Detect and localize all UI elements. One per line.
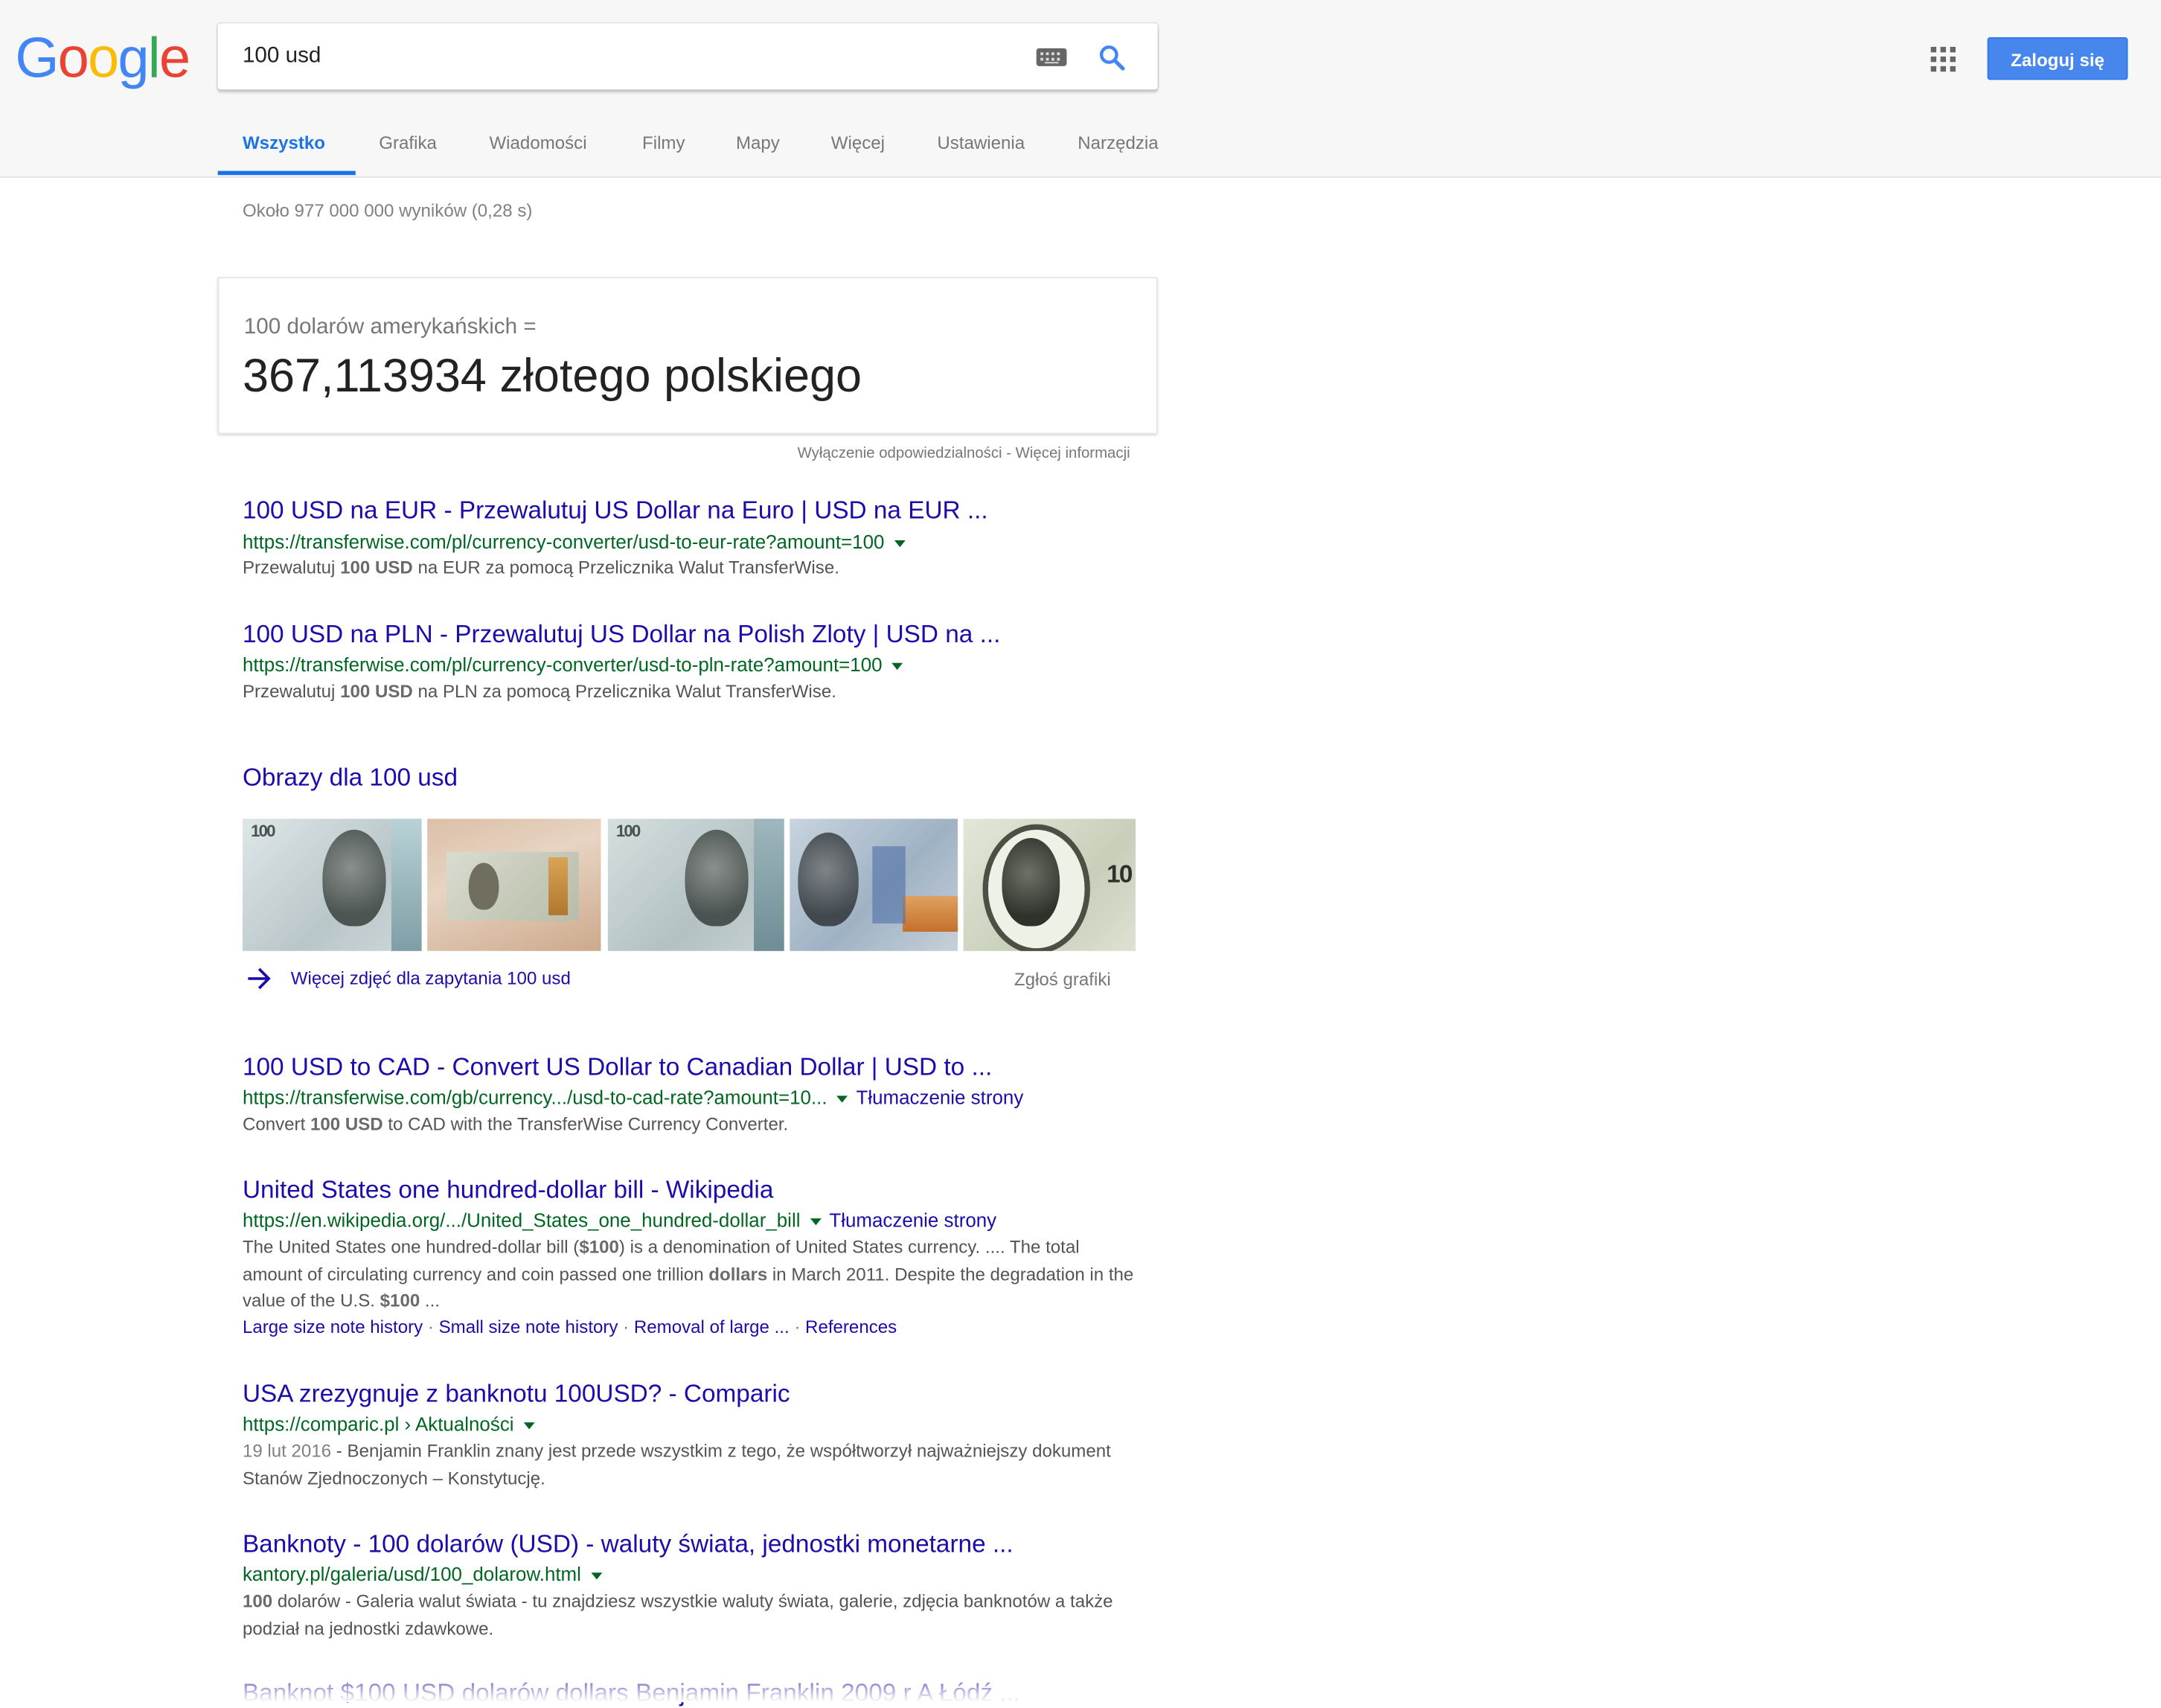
- currency-converter-card: 100 dolarów amerykańskich = 367,113934 z…: [217, 277, 1158, 435]
- result-url: https://transferwise.com/pl/currency-con…: [242, 531, 906, 553]
- sitelink[interactable]: References: [805, 1317, 897, 1337]
- sitelink[interactable]: Small size note history: [439, 1317, 618, 1337]
- tab-images[interactable]: Grafika: [379, 132, 437, 153]
- snippet-text: The United States one hundred-dollar bil…: [242, 1236, 580, 1258]
- logo-letter: o: [88, 26, 119, 90]
- result-title[interactable]: 100 USD na PLN - Przewalutuj US Dollar n…: [243, 620, 1000, 649]
- snippet-bold: dollars: [708, 1263, 768, 1285]
- signin-button[interactable]: Zaloguj się: [1987, 37, 2128, 80]
- result-snippet: 100 dolarów - Galeria walut świata - tu …: [243, 1588, 1139, 1642]
- translate-page-link[interactable]: Tłumaczenie strony: [829, 1209, 996, 1231]
- bottom-fade: [0, 1665, 1240, 1703]
- snippet-text: to CAD with the TransferWise Currency Co…: [382, 1113, 789, 1135]
- logo-letter: g: [118, 26, 149, 90]
- result-url-text: https://transferwise.com/pl/currency-con…: [242, 531, 885, 553]
- result-title[interactable]: Banknoty - 100 dolarów (USD) - waluty św…: [243, 1530, 1014, 1559]
- logo-letter: o: [57, 26, 89, 90]
- apps-grid-icon[interactable]: [1930, 46, 1956, 72]
- result-snippet: 19 lut 2016 - Benjamin Franklin znany je…: [243, 1438, 1139, 1491]
- keyboard-icon[interactable]: [1036, 48, 1067, 66]
- result-title[interactable]: United States one hundred-dollar bill - …: [243, 1176, 773, 1205]
- snippet-bold: $100: [380, 1290, 420, 1311]
- image-thumbnail[interactable]: 10: [963, 819, 1136, 951]
- snippet-bold: 100 USD: [340, 557, 413, 578]
- arrow-right-icon[interactable]: [246, 966, 273, 991]
- converter-result: 367,113934 złotego polskiego: [242, 350, 862, 403]
- sitelinks: Large size note history · Small size not…: [242, 1316, 897, 1337]
- result-url-text: https://en.wikipedia.org/.../United_Stat…: [242, 1209, 801, 1231]
- search-box: [217, 23, 1158, 90]
- result-url: https://en.wikipedia.org/.../United_Stat…: [243, 1209, 996, 1231]
- url-dropdown-icon[interactable]: [810, 1218, 822, 1226]
- snippet-bold: $100: [579, 1236, 619, 1258]
- result-url-text: https://comparic.pl › Aktualności: [242, 1413, 514, 1435]
- snippet-text: ...: [420, 1290, 440, 1311]
- snippet-bold: 100: [242, 1590, 273, 1611]
- snippet-bold: 100 USD: [340, 680, 413, 702]
- result-url-text: https://transferwise.com/gb/currency.../…: [242, 1086, 827, 1109]
- result-snippet: Convert 100 USD to CAD with the Transfer…: [243, 1111, 1139, 1138]
- snippet-bold: 100 USD: [310, 1113, 383, 1135]
- result-url: https://comparic.pl › Aktualności: [242, 1413, 535, 1435]
- url-dropdown-icon[interactable]: [590, 1572, 602, 1580]
- images-section-title[interactable]: Obrazy dla 100 usd: [243, 764, 458, 793]
- report-images-link[interactable]: Zgłoś grafiki: [964, 969, 1111, 990]
- converter-disclaimer-link[interactable]: Wyłączenie odpowiedzialności - Więcej in…: [579, 445, 1130, 461]
- translate-page-link[interactable]: Tłumaczenie strony: [856, 1086, 1023, 1108]
- result-url: https://transferwise.com/gb/currency.../…: [243, 1086, 1023, 1108]
- logo-letter: e: [159, 26, 191, 90]
- active-tab-indicator: [217, 170, 356, 176]
- tab-tools[interactable]: Narzędzia: [1078, 132, 1158, 153]
- tab-more[interactable]: Więcej: [831, 132, 885, 153]
- tab-all[interactable]: Wszystko: [243, 132, 325, 153]
- snippet-text: dolarów - Galeria walut świata - tu znaj…: [242, 1590, 1113, 1639]
- result-url: https://transferwise.com/pl/currency-con…: [242, 653, 903, 676]
- logo-letter: G: [15, 26, 59, 90]
- sitelink[interactable]: Large size note history: [243, 1317, 423, 1337]
- tab-videos[interactable]: Filmy: [642, 132, 685, 153]
- tab-settings[interactable]: Ustawienia: [937, 132, 1025, 153]
- converter-from: 100 dolarów amerykańskich =: [243, 316, 537, 339]
- snippet-text: na PLN za pomocą Przelicznika Walut Tran…: [412, 680, 836, 702]
- tab-maps[interactable]: Mapy: [736, 132, 780, 153]
- result-date: 19 lut 2016: [242, 1440, 332, 1462]
- result-snippet: Przewalutuj 100 USD na PLN za pomocą Prz…: [243, 678, 1139, 705]
- url-dropdown-icon[interactable]: [891, 662, 903, 670]
- result-url: kantory.pl/galeria/usd/100_dolarow.html: [243, 1563, 602, 1585]
- image-thumbnail[interactable]: 100: [607, 819, 784, 951]
- snippet-text: Przewalutuj: [242, 680, 341, 702]
- url-dropdown-icon[interactable]: [523, 1421, 535, 1430]
- sitelink[interactable]: Removal of large ...: [634, 1317, 790, 1337]
- result-title[interactable]: 100 USD to CAD - Convert US Dollar to Ca…: [243, 1053, 992, 1082]
- image-thumbnail[interactable]: [427, 819, 601, 951]
- result-title[interactable]: 100 USD na EUR - Przewalutuj US Dollar n…: [243, 496, 988, 525]
- search-icon[interactable]: [1097, 42, 1127, 73]
- snippet-text: Convert: [242, 1113, 310, 1135]
- result-title[interactable]: USA zrezygnuje z banknotu 100USD? - Comp…: [243, 1380, 790, 1409]
- result-snippet: Przewalutuj 100 USD na EUR za pomocą Prz…: [243, 554, 1139, 581]
- image-thumbnail[interactable]: [790, 819, 958, 951]
- tab-news[interactable]: Wiadomości: [489, 132, 586, 153]
- result-snippet: The United States one hundred-dollar bil…: [243, 1234, 1139, 1314]
- result-url-text: https://transferwise.com/pl/currency-con…: [242, 653, 883, 676]
- logo-letter: l: [147, 26, 161, 90]
- snippet-text: - Benjamin Franklin znany jest przede ws…: [242, 1440, 1111, 1488]
- snippet-text: na EUR za pomocą Przelicznika Walut Tran…: [412, 557, 839, 578]
- result-url-text: kantory.pl/galeria/usd/100_dolarow.html: [242, 1563, 581, 1585]
- snippet-text: Przewalutuj: [242, 557, 341, 578]
- result-stats: Około 977 000 000 wyników (0,28 s): [242, 199, 533, 221]
- more-images-link[interactable]: Więcej zdjęć dla zapytania 100 usd: [291, 967, 571, 988]
- image-thumbnail[interactable]: 100: [242, 819, 422, 951]
- url-dropdown-icon[interactable]: [894, 540, 906, 547]
- google-logo[interactable]: Google: [15, 26, 191, 91]
- search-input[interactable]: [242, 23, 1015, 90]
- url-dropdown-icon[interactable]: [836, 1095, 848, 1103]
